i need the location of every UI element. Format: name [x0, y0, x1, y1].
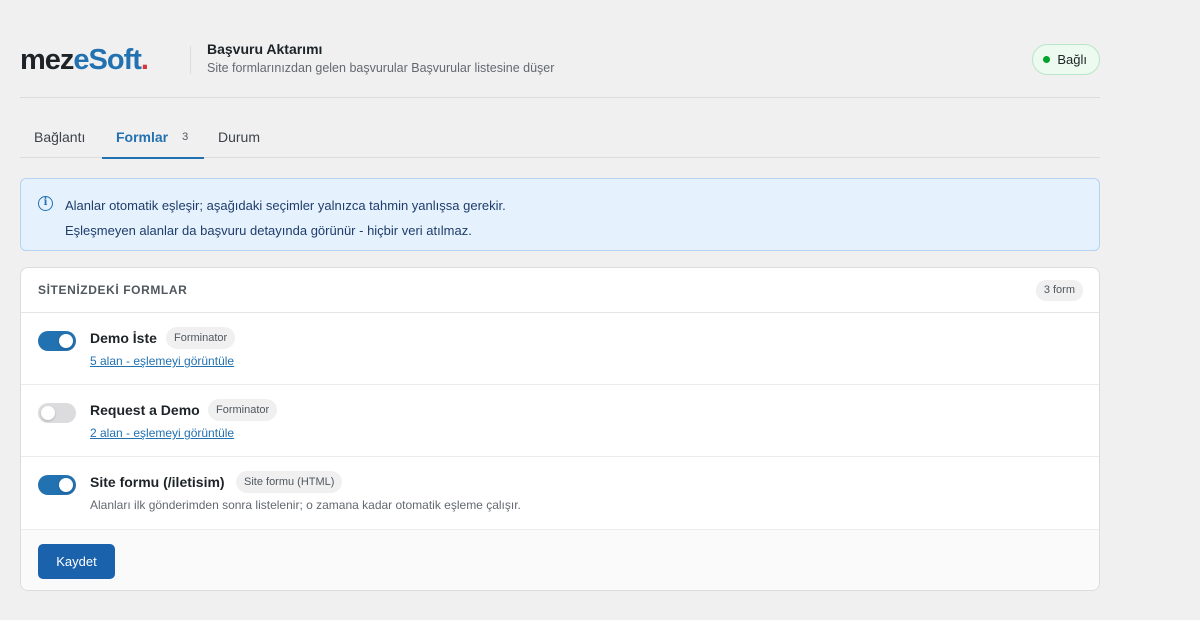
- form-source-chip: Forminator: [166, 327, 236, 349]
- tab-label: Bağlantı: [34, 129, 86, 145]
- save-button[interactable]: Kaydet: [38, 544, 115, 579]
- forms-card-footer: Kaydet: [21, 530, 1099, 590]
- notice-line-1: Alanlar otomatik eşleşir; aşağıdaki seçi…: [65, 198, 506, 213]
- form-source-chip: Forminator: [208, 399, 278, 421]
- form-row: Demo İste Forminator 5 alan - eşlemeyi g…: [21, 313, 1099, 385]
- forms-card-title: SİTENİZDEKİ FORMLAR: [38, 283, 188, 297]
- mezesoft-logo: mezeSoft.: [20, 44, 149, 76]
- form-count-badge: 3 form: [1035, 280, 1083, 301]
- form-name: Demo İste: [90, 330, 157, 346]
- form-name: Request a Demo: [90, 402, 200, 418]
- view-mapping-link[interactable]: 2 alan - eşlemeyi görüntüle: [90, 426, 234, 440]
- tab-formlar[interactable]: Formlar 3: [102, 116, 204, 159]
- notice-line-2: Eşleşmeyen alanlar da başvuru detayında …: [65, 223, 472, 238]
- page-subtitle: Site formlarınızdan gelen başvurular Baş…: [207, 61, 555, 75]
- forms-card: SİTENİZDEKİ FORMLAR 3 form Demo İste For…: [20, 267, 1100, 591]
- form-enable-toggle[interactable]: [38, 331, 76, 351]
- page-header: mezeSoft. Başvuru Aktarımı Site formları…: [20, 0, 1100, 98]
- form-enable-toggle[interactable]: [38, 475, 76, 495]
- toggle-knob: [59, 478, 73, 492]
- form-hint-text: Alanları ilk gönderimden sonra listeleni…: [90, 498, 521, 512]
- form-row: Request a Demo Forminator 2 alan - eşlem…: [21, 385, 1099, 457]
- tab-count-badge: 3: [182, 131, 189, 143]
- logo-text-1: mez: [20, 44, 74, 76]
- tab-label: Durum: [218, 129, 261, 145]
- form-row: Site formu (/iletisim) Site formu (HTML)…: [21, 457, 1099, 530]
- info-icon: i: [38, 196, 53, 211]
- forms-card-header: SİTENİZDEKİ FORMLAR 3 form: [21, 268, 1099, 313]
- form-enable-toggle[interactable]: [38, 403, 76, 423]
- tab-durum[interactable]: Durum: [204, 116, 274, 158]
- tab-label: Formlar: [116, 129, 169, 145]
- toggle-knob: [59, 334, 73, 348]
- tab-bar: Bağlantı Formlar 3 Durum: [20, 116, 1100, 159]
- tab-baglanti[interactable]: Bağlantı: [20, 116, 102, 158]
- logo-text-3: .: [140, 44, 149, 76]
- status-dot-icon: [1043, 56, 1051, 63]
- status-label: Bağlı: [1057, 52, 1087, 67]
- connection-status-badge: Bağlı: [1032, 44, 1100, 75]
- view-mapping-link[interactable]: 5 alan - eşlemeyi görüntüle: [90, 354, 234, 368]
- toggle-knob: [41, 406, 55, 420]
- info-notice: i Alanlar otomatik eşleşir; aşağıdaki se…: [20, 178, 1100, 251]
- page-title: Başvuru Aktarımı: [207, 41, 323, 57]
- form-source-chip: Site formu (HTML): [236, 471, 343, 493]
- form-name: Site formu (/iletisim): [90, 474, 225, 490]
- header-divider: [190, 46, 191, 74]
- logo-text-2: eSoft: [73, 44, 141, 76]
